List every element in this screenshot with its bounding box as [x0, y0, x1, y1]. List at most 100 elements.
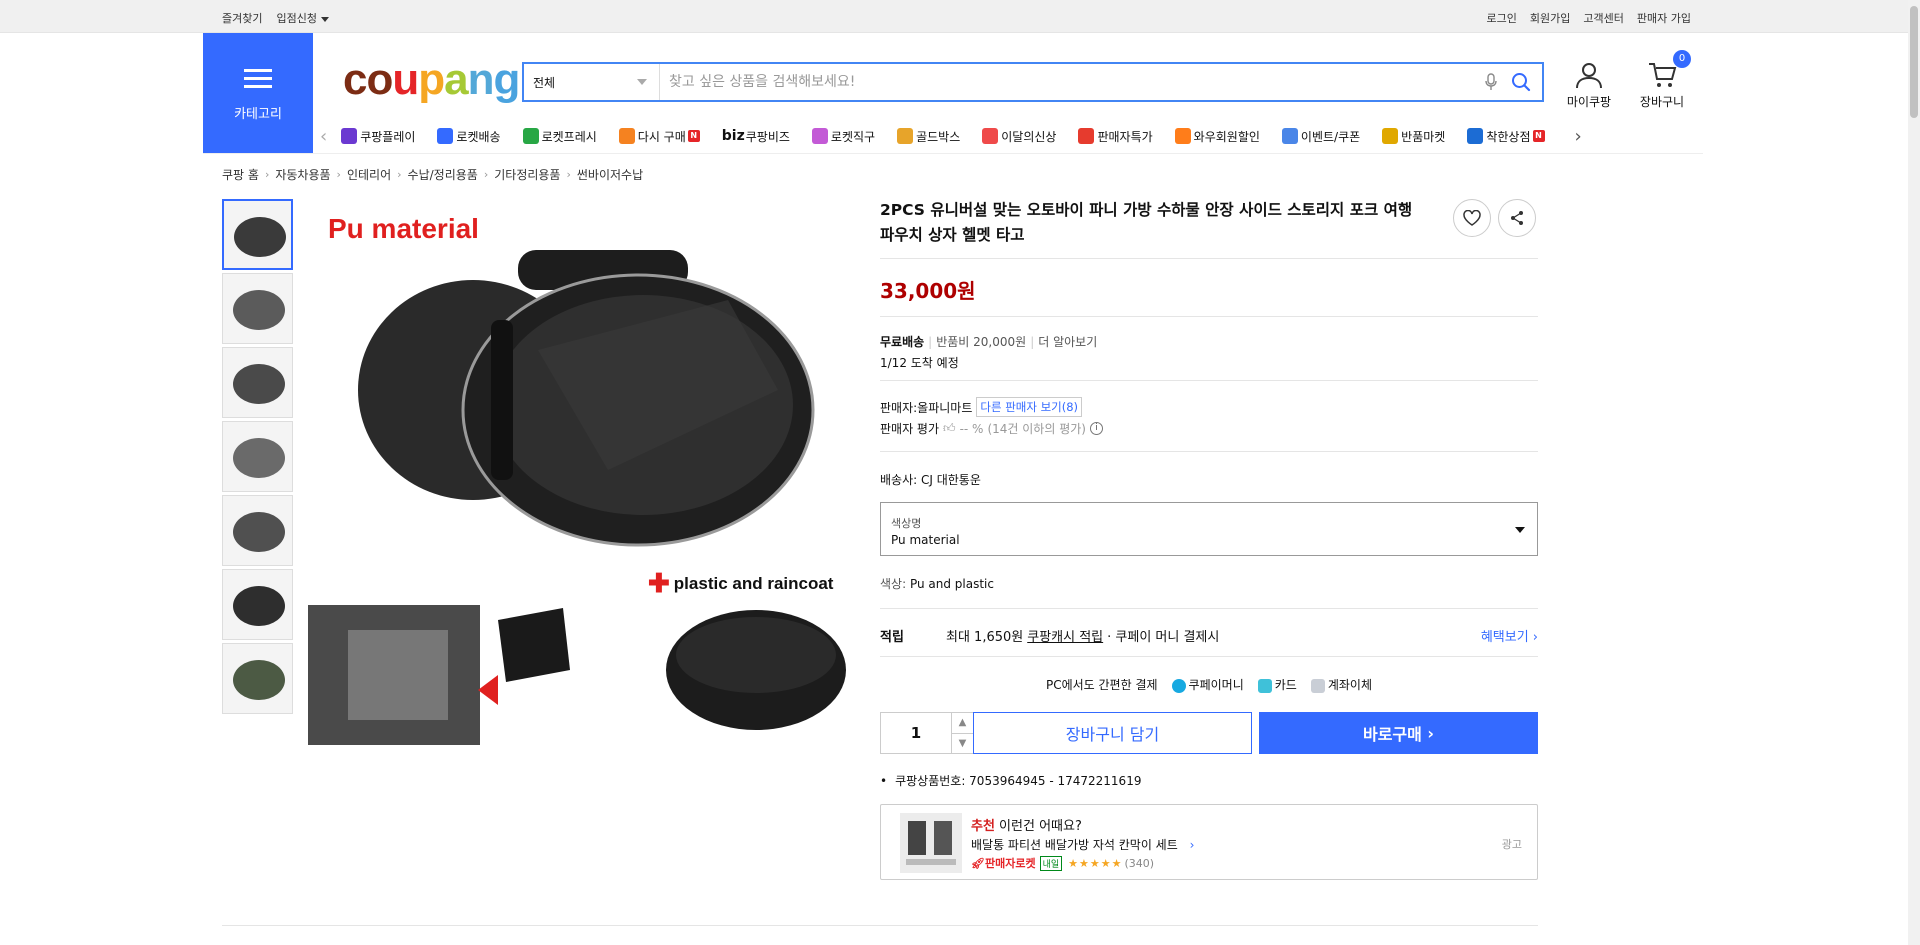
search-icon[interactable]: [1506, 72, 1536, 92]
cart-header-button[interactable]: 0 장바구니: [1632, 50, 1692, 110]
signup-link[interactable]: 회원가입: [1530, 10, 1570, 26]
breadcrumb-item[interactable]: 기타정리용품: [494, 166, 560, 183]
biz-icon: biz: [721, 128, 745, 144]
nav-item-2[interactable]: 로켓프레시: [522, 128, 597, 145]
goldbox-icon: [897, 128, 914, 144]
new-badge: N: [1532, 130, 1545, 142]
buy-now-button[interactable]: 바로구매 ›: [1259, 712, 1538, 754]
product-thumbnail[interactable]: [222, 495, 293, 566]
market-icon: [1382, 128, 1399, 144]
breadcrumb-item[interactable]: 썬바이저수납: [577, 166, 643, 183]
share-button[interactable]: [1498, 199, 1536, 237]
nav-item-label: 로켓프레시: [541, 129, 597, 144]
tomorrow-tag: 내일: [1039, 855, 1063, 871]
recommendation-product-name[interactable]: 배달통 파티션 배달가방 자석 칸막이 세트 ›: [971, 836, 1194, 853]
nav-item-10[interactable]: 이벤트/쿠폰: [1281, 128, 1360, 145]
discount-icon: [1078, 128, 1095, 144]
mypage-button[interactable]: 마이쿠팡: [1559, 60, 1619, 110]
product-thumbnail[interactable]: [222, 199, 293, 270]
search-input[interactable]: [660, 64, 1476, 100]
breadcrumb: 쿠팡 홈 › 자동차용품 › 인테리어 › 수납/정리용품 › 기타정리용품 › 썬바이저수납: [222, 166, 643, 183]
breadcrumb-separator-icon: ›: [483, 168, 489, 181]
arrival-date: 1/12 도착 예정: [880, 356, 959, 370]
product-thumbnail[interactable]: [222, 421, 293, 492]
nav-item-3[interactable]: 다시 구매 N: [618, 128, 700, 145]
nav-item-5[interactable]: 로켓직구: [811, 128, 875, 145]
nav-item-6[interactable]: 골드박스: [897, 128, 960, 145]
wishlist-button[interactable]: [1453, 199, 1491, 237]
thumbnail-list: [222, 199, 293, 717]
product-thumbnail[interactable]: [222, 347, 293, 418]
product-thumbnail[interactable]: [222, 273, 293, 344]
product-thumbnail[interactable]: [222, 643, 293, 714]
option-value: Pu material: [891, 533, 960, 547]
breadcrumb-item[interactable]: 인테리어: [347, 166, 391, 183]
return-fee: 반품비 20,000원: [936, 335, 1027, 349]
coupay-icon: [1171, 678, 1186, 693]
category-menu-button[interactable]: 카테고리: [203, 33, 313, 153]
header-divider: [203, 153, 1703, 154]
breadcrumb-separator-icon: ›: [566, 168, 571, 181]
page-scrollbar[interactable]: [1908, 0, 1920, 945]
quantity-input[interactable]: 1: [881, 713, 951, 753]
nav-item-7[interactable]: 이달의신상: [982, 128, 1056, 145]
scrollbar-thumb[interactable]: [1910, 6, 1918, 118]
shipping-info: 무료배송 | 반품비 20,000원 | 더 알아보기: [880, 335, 1098, 349]
quantity-down-icon[interactable]: ▼: [952, 734, 973, 754]
login-link[interactable]: 로그인: [1487, 10, 1517, 26]
nav-item-4[interactable]: biz 쿠팡비즈: [722, 128, 790, 145]
new-icon: [982, 128, 999, 144]
recommendation-card[interactable]: 추천 이런건 어때요? 배달통 파티션 배달가방 자석 칸막이 세트 › 🚀︎판…: [880, 804, 1538, 880]
breadcrumb-separator-icon: ›: [336, 168, 341, 181]
coupang-cash-link[interactable]: 쿠팡캐시 적립: [1027, 626, 1103, 645]
nav-next-arrow-icon[interactable]: ›: [1575, 126, 1582, 147]
nav-item-0[interactable]: 쿠팡플레이: [341, 128, 415, 145]
other-sellers-button[interactable]: 다른 판매자 보기(8): [976, 397, 1083, 417]
quantity-up-icon[interactable]: ▲: [952, 713, 973, 734]
seller-info: 판매자: 올파니마트 다른 판매자 보기(8): [880, 397, 1083, 417]
wow-icon: [1174, 128, 1191, 144]
coupang-logo[interactable]: coupang: [343, 55, 520, 105]
nav-item-12[interactable]: 착한상점 N: [1467, 128, 1545, 145]
add-to-cart-button[interactable]: 장바구니 담기: [973, 712, 1252, 754]
nav-prev-arrow-icon[interactable]: ‹: [320, 126, 327, 147]
customer-center-link[interactable]: 고객센터: [1583, 10, 1623, 26]
seller-signup-link[interactable]: 판매자 가입: [1637, 10, 1691, 26]
rocket-icon: [437, 128, 454, 144]
search-category-select[interactable]: 전체: [524, 64, 660, 100]
microphone-icon[interactable]: [1476, 73, 1506, 91]
payment-title: PC에서도 간편한 결제: [1045, 678, 1158, 692]
cart-count-badge: 0: [1673, 50, 1691, 68]
rating-stars: ★★★★★: [1068, 856, 1123, 870]
nav-item-8[interactable]: 판매자특가: [1078, 128, 1153, 145]
breadcrumb-separator-icon: ›: [397, 168, 402, 181]
breadcrumb-item[interactable]: 쿠팡 홈: [222, 166, 259, 183]
breadcrumb-item[interactable]: 자동차용품: [275, 166, 330, 183]
nav-item-9[interactable]: 와우회원할인: [1174, 128, 1260, 145]
info-icon[interactable]: i: [1089, 422, 1103, 435]
nav-item-11[interactable]: 반품마켓: [1382, 128, 1445, 145]
seller-rating: 판매자 평가 👍︎ -- % (14건 이하의 평가) i: [880, 420, 1103, 437]
shipping-more-link[interactable]: 더 알아보기: [1038, 335, 1097, 349]
seller-apply-link[interactable]: 입점신청: [276, 10, 329, 26]
mypage-label: 마이쿠팡: [1566, 95, 1612, 109]
category-label: 카테고리: [234, 107, 282, 122]
rocket-fresh-icon: [522, 128, 539, 144]
benefits-link[interactable]: 혜택보기 ›: [1481, 626, 1538, 645]
nav-item-label: 골드박스: [916, 129, 961, 144]
global-icon: [811, 128, 828, 144]
bookmark-link[interactable]: 즐겨찾기: [222, 10, 262, 26]
breadcrumb-item[interactable]: 수납/정리용품: [408, 166, 478, 183]
product-thumbnail[interactable]: [222, 569, 293, 640]
search-bar: 전체: [522, 62, 1544, 102]
courier-info: 배송사: CJ 대한통운: [880, 473, 981, 487]
shipping-divider: [880, 380, 1538, 381]
points-info: 적립 최대 1,650원 쿠팡캐시 적립 · 쿠페이 머니 결제시 혜택보기 ›: [880, 626, 1538, 645]
nav-item-1[interactable]: 로켓배송: [437, 128, 501, 145]
seller-name[interactable]: 올파니마트: [917, 399, 972, 416]
product-id: 쿠팡상품번호: 7053964945 - 17472211619: [880, 772, 1141, 789]
caret-down-icon: [1515, 527, 1525, 533]
nav-item-label: 다시 구매: [637, 129, 686, 144]
option-select[interactable]: 색상명 Pu material: [880, 502, 1538, 556]
top-utility-bar: 즐겨찾기 입점신청 로그인 회원가입 고객센터 판매자 가입: [0, 0, 1908, 33]
